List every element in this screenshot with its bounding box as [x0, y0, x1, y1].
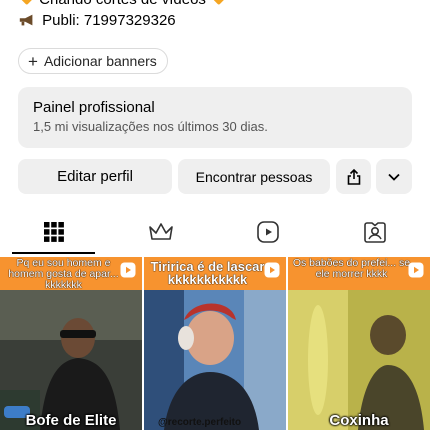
post-bottom-caption: Bofe de Elite — [25, 412, 117, 429]
tab-reels[interactable] — [214, 212, 321, 252]
bio-text-2: Publi: 71997329326 — [42, 12, 176, 29]
add-banners-button[interactable]: + Adicionar banners — [18, 48, 168, 74]
reels-icon — [256, 221, 279, 243]
post-top-caption: Os babões do prefei... se ele morrer kkk… — [292, 257, 411, 280]
active-tab-indicator — [12, 252, 95, 254]
tab-posts[interactable] — [0, 212, 107, 254]
post-watermark-handle: @recorte.perfeito — [158, 417, 242, 428]
post-thumbnail — [144, 290, 286, 430]
professional-dashboard[interactable]: Painel profissional 1,5 mi visualizações… — [18, 87, 412, 148]
professional-dashboard-subtitle: 1,5 mi visualizações nos últimos 30 dias… — [33, 119, 268, 134]
tagged-icon — [363, 222, 386, 243]
heart-icon — [211, 0, 226, 6]
post-bottom-caption: Coxinha — [329, 412, 389, 429]
post-tile[interactable]: Tiririca é de lascar kkkkkkkkkkk @recort… — [144, 257, 286, 430]
add-banners-label: Adicionar banners — [43, 53, 157, 69]
more-options-button[interactable] — [376, 159, 412, 194]
share-profile-button[interactable] — [336, 159, 371, 194]
tab-tagged[interactable] — [321, 212, 428, 252]
reels-icon — [408, 262, 424, 278]
bio-text-1: Criando cortes de vídeos — [39, 0, 206, 8]
crown-icon — [148, 223, 173, 240]
share-icon — [347, 168, 360, 185]
grid-icon — [43, 222, 64, 242]
tab-subscriptions[interactable] — [107, 212, 214, 252]
post-tile[interactable]: Os babões do prefei... se ele morrer kkk… — [288, 257, 430, 430]
post-thumbnail — [0, 290, 142, 430]
professional-dashboard-title: Painel profissional — [33, 99, 155, 116]
post-top-caption: Pq eu sou homem e homem gosta de apar...… — [8, 257, 119, 291]
post-top-caption: Tiririca é de lascar kkkkkkkkkkk — [150, 259, 265, 287]
edit-profile-button[interactable]: Editar perfil — [18, 159, 172, 194]
chevron-down-icon — [388, 173, 400, 181]
reels-icon — [264, 262, 280, 278]
post-thumbnail — [288, 290, 430, 430]
heart-icon — [19, 0, 34, 6]
find-people-button[interactable]: Encontrar pessoas — [178, 159, 330, 194]
posts-grid: Pq eu sou homem e homem gosta de apar...… — [0, 257, 430, 430]
bio-line-1: Criando cortes de vídeos — [18, 0, 227, 8]
post-tile[interactable]: Pq eu sou homem e homem gosta de apar...… — [0, 257, 142, 430]
plus-icon: + — [28, 51, 38, 71]
bio-line-2: Publi: 71997329326 — [18, 12, 176, 29]
reels-icon — [120, 262, 136, 278]
megaphone-icon — [19, 14, 33, 26]
profile-tabs — [0, 212, 430, 254]
